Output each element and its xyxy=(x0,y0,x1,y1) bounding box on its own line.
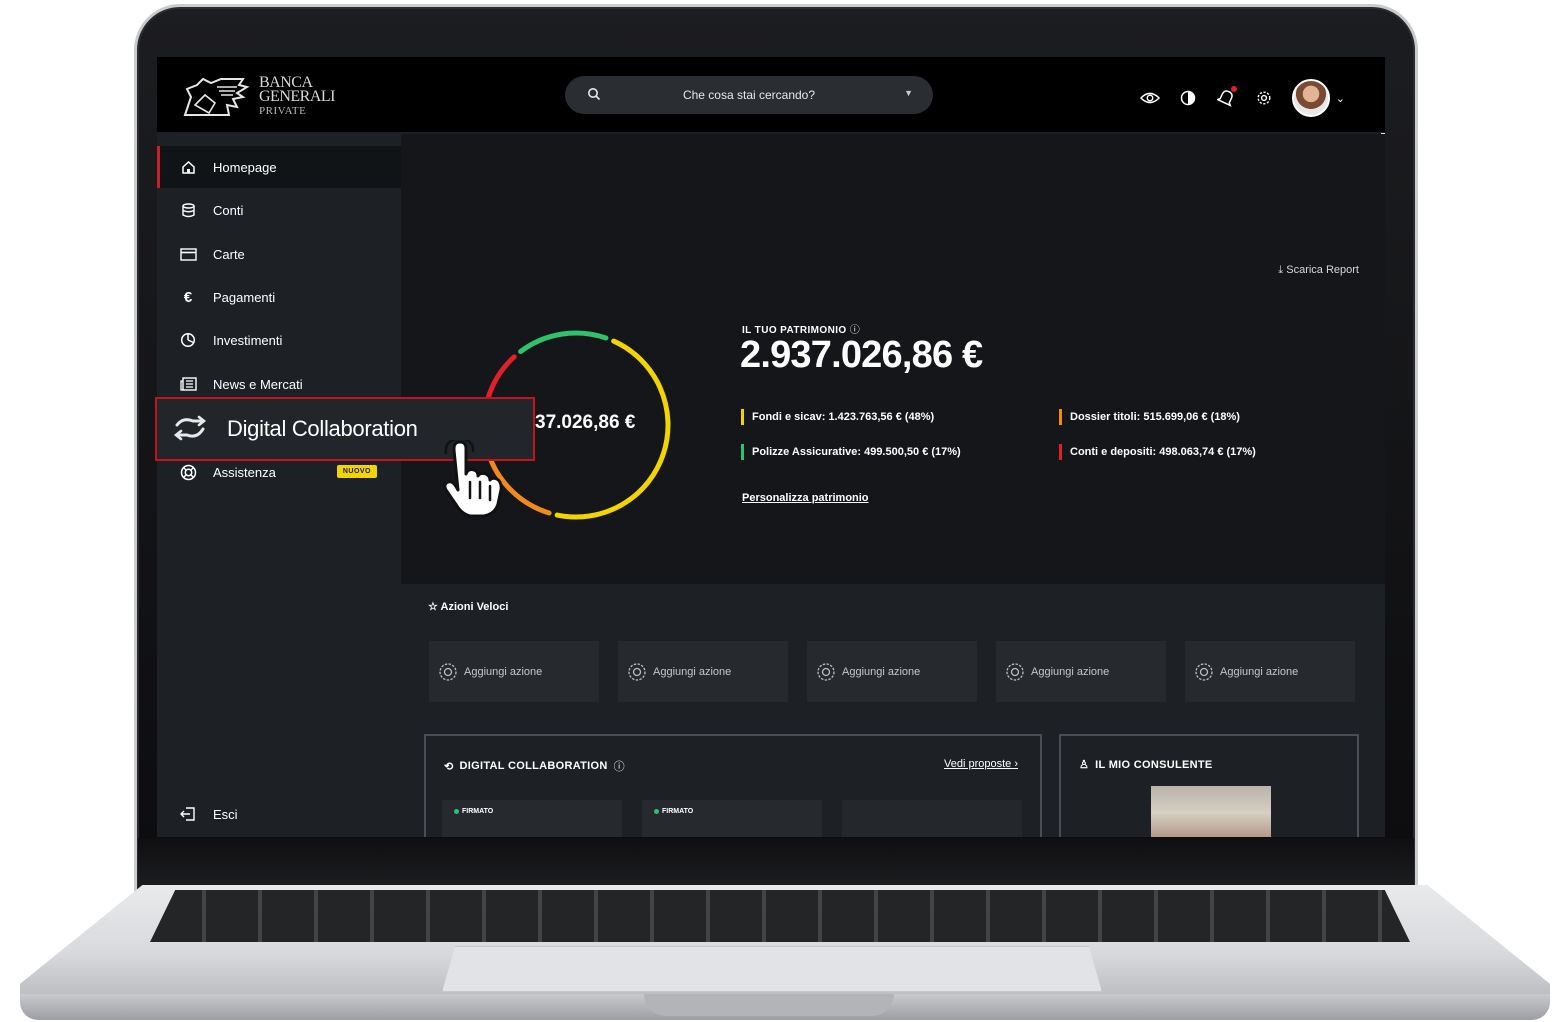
quick-action-card[interactable]: Aggiungi azione xyxy=(996,641,1166,702)
top-bar: BANCA GENERALI PRIVATE Che cosa stai cer… xyxy=(157,57,1385,133)
brand-line-2: GENERALI xyxy=(259,88,335,105)
quick-action-card[interactable]: Aggiungi azione xyxy=(1185,641,1355,702)
laptop-hinge xyxy=(138,838,1414,890)
pie-chart-icon xyxy=(179,331,197,349)
gear-icon[interactable] xyxy=(1254,88,1274,108)
home-icon xyxy=(179,158,197,176)
quick-action-label: Aggiungi azione xyxy=(653,665,732,678)
logout-label: Esci xyxy=(213,806,238,822)
sidebar-item-homepage[interactable]: Homepage xyxy=(157,146,401,188)
sidebar-item-conti[interactable]: Conti xyxy=(157,189,401,231)
breakdown-polizze: Polizze Assicurative: 499.500,50 € (17%) xyxy=(741,444,961,460)
logout-icon xyxy=(179,805,197,823)
quick-action-card[interactable]: Aggiungi azione xyxy=(429,641,599,702)
handshake-icon xyxy=(173,415,207,441)
sidebar-item-label: Homepage xyxy=(213,159,277,175)
chevron-down-icon[interactable]: ⌄ xyxy=(1336,92,1345,105)
header-actions: ⌄ xyxy=(1139,79,1345,117)
newspaper-icon xyxy=(179,375,197,393)
donut-segment xyxy=(518,330,609,355)
brand-logo[interactable]: BANCA GENERALI PRIVATE xyxy=(181,75,335,119)
quick-action-label: Aggiungi azione xyxy=(842,665,921,678)
bell-icon[interactable] xyxy=(1216,86,1237,108)
avatar[interactable] xyxy=(1291,79,1330,117)
brand-name: BANCA GENERALI PRIVATE xyxy=(259,75,335,118)
lion-logo-icon xyxy=(183,77,250,116)
search-placeholder: Che cosa stai cercando? xyxy=(682,88,816,102)
personalizza-patrimonio-link[interactable]: Personalizza patrimonio xyxy=(742,492,869,504)
euro-icon: € xyxy=(183,288,193,306)
quick-action-label: Aggiungi azione xyxy=(1220,665,1299,678)
add-action-icon xyxy=(628,662,646,681)
add-action-icon xyxy=(1195,662,1213,681)
breakdown-fondi: Fondi e sicav: 1.423.763,56 € (48%) xyxy=(741,409,934,425)
quick-action-card[interactable]: Aggiungi azione xyxy=(807,641,977,702)
quick-action-label: Aggiungi azione xyxy=(1031,665,1110,678)
card-icon xyxy=(179,245,197,263)
search-bar[interactable]: Che cosa stai cercando? ▼ xyxy=(565,76,933,114)
contrast-icon[interactable] xyxy=(1178,88,1198,108)
laptop-notch xyxy=(644,994,894,1016)
breakdown-conti: Conti e depositi: 498.063,74 € (17%) xyxy=(1059,444,1256,460)
hand-cursor-icon xyxy=(443,440,503,518)
quick-action-card[interactable]: Aggiungi azione xyxy=(618,641,788,702)
star-icon: ☆ xyxy=(428,601,438,613)
add-action-icon xyxy=(1006,662,1024,681)
download-report-label: Scarica Report xyxy=(1286,264,1359,276)
lifebuoy-icon xyxy=(179,463,197,481)
digital-collaboration-label: Digital Collaboration xyxy=(227,416,418,441)
download-icon: ⤓ xyxy=(1278,264,1284,276)
add-action-icon xyxy=(439,662,457,681)
quick-action-label: Aggiungi azione xyxy=(464,665,543,678)
sidebar-item-pagamenti[interactable]: € Pagamenti xyxy=(157,276,401,318)
donut-center-value: 37.026,86 € xyxy=(535,412,636,433)
brand-line-3: PRIVATE xyxy=(259,105,307,117)
sidebar-item-carte[interactable]: Carte xyxy=(157,233,401,275)
sidebar-item-label: Conti xyxy=(213,202,244,218)
search-dropdown-icon[interactable]: ▼ xyxy=(904,88,913,98)
azioni-veloci-label: Azioni Veloci xyxy=(440,601,509,613)
sidebar-item-label: Pagamenti xyxy=(213,289,276,305)
database-icon xyxy=(179,201,197,219)
eye-icon[interactable] xyxy=(1139,88,1160,108)
azioni-veloci-title: ☆ Azioni Veloci xyxy=(428,600,508,613)
keyboard xyxy=(150,890,1410,942)
patrimonio-value: 2.937.026,86 € xyxy=(740,334,983,376)
logout-button[interactable]: Esci xyxy=(157,793,401,835)
trackpad xyxy=(442,946,1102,992)
add-action-icon xyxy=(817,662,835,681)
download-report-link[interactable]: ⤓ Scarica Report xyxy=(1278,264,1359,277)
notification-dot xyxy=(1230,86,1237,92)
sidebar-item-label: Carte xyxy=(213,246,245,262)
breakdown-dossier: Dossier titoli: 515.699,06 € (18%) xyxy=(1059,409,1240,425)
